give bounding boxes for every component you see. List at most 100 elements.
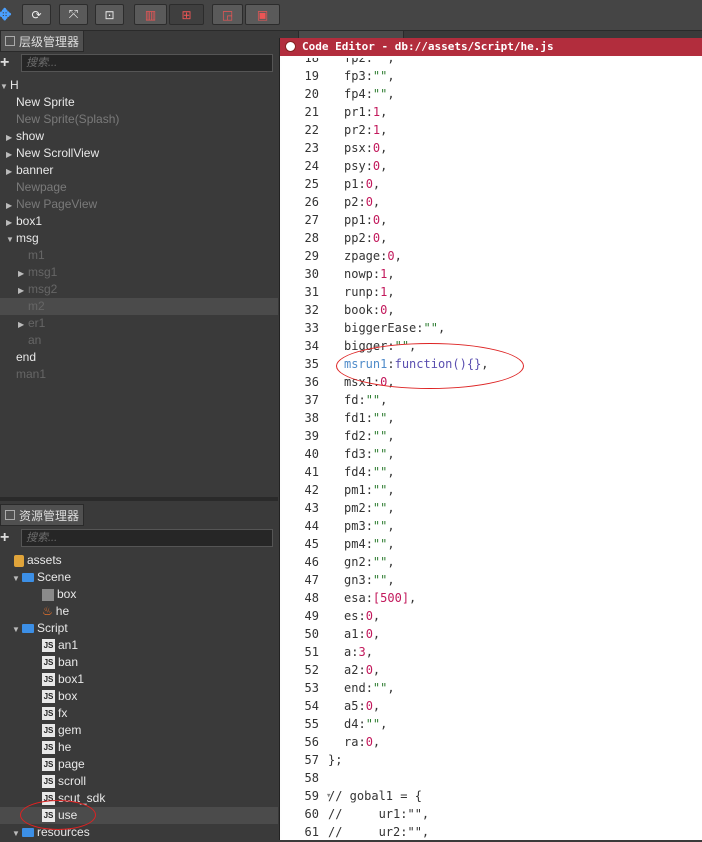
code-line[interactable]: 25 p1:0, [282, 175, 702, 193]
code-line[interactable]: 51 a:3, [282, 643, 702, 661]
assets-tab[interactable]: 资源管理器 [0, 504, 84, 526]
expand-arrow-icon[interactable]: ▶ [6, 163, 16, 180]
code-line[interactable]: 61 // ur2:"", [282, 823, 702, 840]
hierarchy-item[interactable]: ▶ box1 [0, 213, 278, 230]
global-mode-button[interactable]: ⊞ [169, 4, 204, 25]
asset-item[interactable]: ▼ resources [0, 824, 278, 841]
rect-tool-button[interactable]: ⊡ [95, 4, 124, 25]
hierarchy-item[interactable]: ▶ New ScrollView [0, 145, 278, 162]
assets-search-input[interactable] [21, 529, 273, 547]
expand-arrow-icon[interactable]: ▶ [6, 197, 16, 214]
asset-item[interactable]: JS ban [0, 654, 278, 671]
asset-item[interactable]: JS he [0, 739, 278, 756]
code-line[interactable]: 29 zpage:0, [282, 247, 702, 265]
code-editor-body[interactable]: 18 fp2:"", 19 fp3:"", 20 fp4:"", 21 pr1:1, 22 pr2… [282, 58, 702, 840]
code-line[interactable]: 23 psx:0, [282, 139, 702, 157]
code-line[interactable]: 18 fp2:"", [282, 58, 702, 67]
code-line[interactable]: 38 fd1:"", [282, 409, 702, 427]
code-line[interactable]: 42 pm1:"", [282, 481, 702, 499]
code-line[interactable]: 32 book:0, [282, 301, 702, 319]
code-line[interactable]: 48 esa:[500], [282, 589, 702, 607]
code-line[interactable]: 59 ▾// gobal1 = { [282, 787, 702, 805]
code-line[interactable]: 26 p2:0, [282, 193, 702, 211]
code-line[interactable]: 20 fp4:"", [282, 85, 702, 103]
code-line[interactable]: 54 a5:0, [282, 697, 702, 715]
code-line[interactable]: 56 ra:0, [282, 733, 702, 751]
hierarchy-item[interactable]: ▼ msg [0, 230, 278, 247]
code-line[interactable]: 60 // ur1:"", [282, 805, 702, 823]
asset-item[interactable]: JS an1 [0, 637, 278, 654]
code-line[interactable]: 22 pr2:1, [282, 121, 702, 139]
asset-item[interactable]: box [0, 586, 278, 603]
asset-item[interactable]: JS box1 [0, 671, 278, 688]
hierarchy-item[interactable]: ▶ show [0, 128, 278, 145]
anchor-button[interactable]: ◲ [212, 4, 243, 25]
collapse-arrow-icon[interactable]: ▼ [12, 570, 22, 587]
add-node-icon[interactable]: + [0, 54, 9, 72]
code-line[interactable]: 34 bigger:"", [282, 337, 702, 355]
expand-arrow-icon[interactable]: ▶ [6, 129, 16, 146]
code-line[interactable]: 47 gn3:"", [282, 571, 702, 589]
code-editor-titlebar[interactable]: Code Editor - db://assets/Script/he.js [280, 38, 702, 56]
code-line[interactable]: 44 pm3:"", [282, 517, 702, 535]
code-line[interactable]: 28 pp2:0, [282, 229, 702, 247]
asset-item[interactable]: ▼ Scene [0, 569, 278, 586]
collapse-arrow-icon[interactable]: ▼ [0, 78, 10, 95]
asset-item[interactable]: JS use [0, 807, 278, 824]
asset-item[interactable]: ▼ Script [0, 620, 278, 637]
code-line[interactable]: 21 pr1:1, [282, 103, 702, 121]
code-line[interactable]: 57}; [282, 751, 702, 769]
code-line[interactable]: 45 pm4:"", [282, 535, 702, 553]
hierarchy-item[interactable]: ▶ msg1 [0, 264, 278, 281]
code-line[interactable]: 35 msrun1:function(){}, [282, 355, 702, 373]
asset-item[interactable]: JS box [0, 688, 278, 705]
code-line[interactable]: 40 fd3:"", [282, 445, 702, 463]
asset-item[interactable]: JS page [0, 756, 278, 773]
move-tool-icon[interactable]: ✥ [0, 5, 11, 25]
code-line[interactable]: 27 pp1:0, [282, 211, 702, 229]
code-line[interactable]: 19 fp3:"", [282, 67, 702, 85]
collapse-arrow-icon[interactable]: ▼ [12, 621, 22, 638]
expand-arrow-icon[interactable]: ▶ [18, 265, 28, 282]
code-line[interactable]: 41 fd4:"", [282, 463, 702, 481]
panel-divider[interactable] [0, 497, 278, 501]
code-line[interactable]: 33 biggerEase:"", [282, 319, 702, 337]
hierarchy-tab[interactable]: 层级管理器 [0, 30, 84, 52]
hierarchy-item[interactable]: ▶ banner [0, 162, 278, 179]
hierarchy-item[interactable]: end [0, 349, 278, 366]
hierarchy-item[interactable]: man1 [0, 366, 278, 383]
code-line[interactable]: 37 fd:"", [282, 391, 702, 409]
code-line[interactable]: 55 d4:"", [282, 715, 702, 733]
collapse-arrow-icon[interactable]: ▼ [6, 231, 16, 248]
code-line[interactable]: 39 fd2:"", [282, 427, 702, 445]
hierarchy-item[interactable]: ▶ New PageView [0, 196, 278, 213]
hierarchy-item[interactable]: ▶ msg2 [0, 281, 278, 298]
asset-item[interactable]: JS gem [0, 722, 278, 739]
code-line[interactable]: 50 a1:0, [282, 625, 702, 643]
hierarchy-search-input[interactable] [21, 54, 273, 72]
code-line[interactable]: 31 runp:1, [282, 283, 702, 301]
hierarchy-item[interactable]: New Sprite [0, 94, 278, 111]
center-button[interactable]: ▣ [245, 4, 280, 25]
code-line[interactable]: 30 nowp:1, [282, 265, 702, 283]
scale-tool-button[interactable]: ⤧ [59, 4, 88, 25]
code-line[interactable]: 46 gn2:"", [282, 553, 702, 571]
expand-arrow-icon[interactable]: ▶ [18, 282, 28, 299]
expand-arrow-icon[interactable]: ▶ [6, 214, 16, 231]
code-line[interactable]: 36 msx1:0, [282, 373, 702, 391]
code-line[interactable]: 52 a2:0, [282, 661, 702, 679]
expand-arrow-icon[interactable]: ▶ [6, 146, 16, 163]
hierarchy-item[interactable]: New Sprite(Splash) [0, 111, 278, 128]
asset-item[interactable]: assets [0, 552, 278, 569]
hierarchy-item[interactable]: Newpage [0, 179, 278, 196]
local-mode-button[interactable]: ▥ [134, 4, 167, 25]
asset-item[interactable]: ♨ he [0, 603, 278, 620]
code-line[interactable]: 43 pm2:"", [282, 499, 702, 517]
asset-item[interactable]: JS scut_sdk [0, 790, 278, 807]
code-line[interactable]: 49 es:0, [282, 607, 702, 625]
hierarchy-item[interactable]: m1 [0, 247, 278, 264]
hierarchy-item[interactable]: an [0, 332, 278, 349]
collapse-arrow-icon[interactable]: ▼ [12, 825, 22, 842]
hierarchy-item[interactable]: m2 [0, 298, 278, 315]
hierarchy-item[interactable]: ▶ er1 [0, 315, 278, 332]
